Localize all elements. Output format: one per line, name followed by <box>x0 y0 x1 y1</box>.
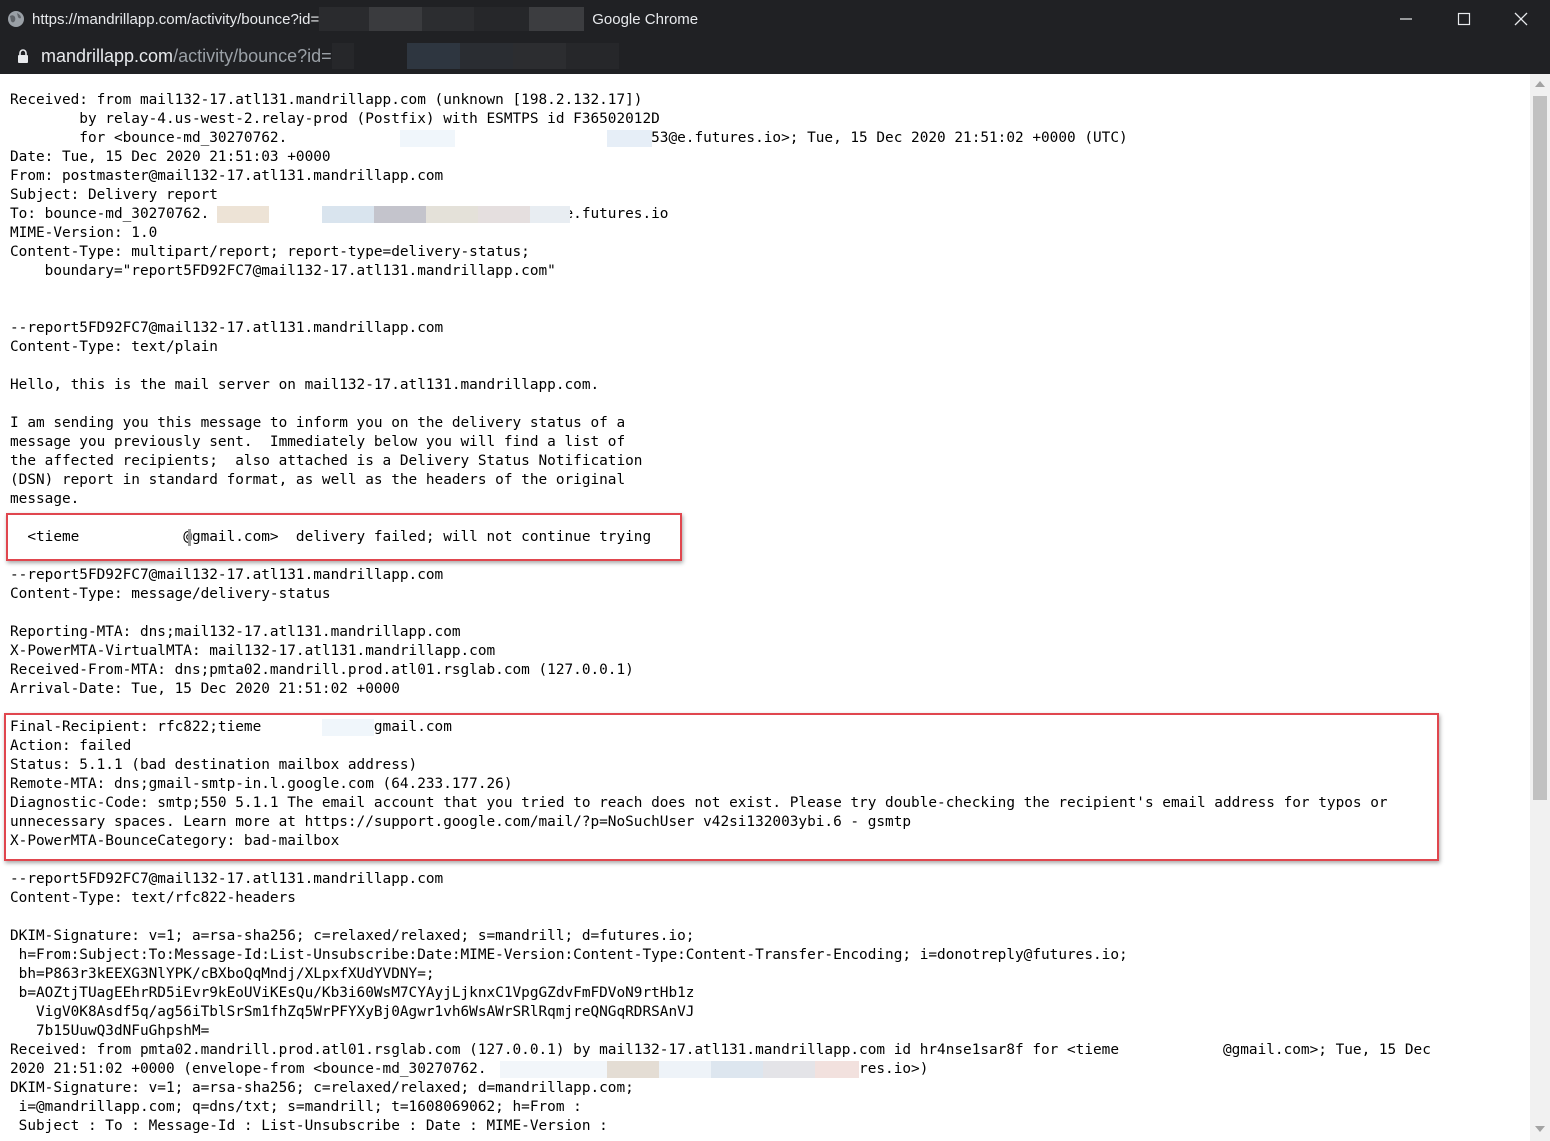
email-line: Arrival-Date: Tue, 15 Dec 2020 21:51:02 … <box>10 681 400 697</box>
window-app-name: Google Chrome <box>592 10 699 28</box>
highlight-box-delivery-failed <box>6 513 682 561</box>
redaction-block <box>512 43 566 69</box>
email-raw-source: Received: from mail132-17.atl131.mandril… <box>0 74 1530 1141</box>
email-line: Received: from pmta02.mandrill.prod.atl0… <box>10 1042 1431 1058</box>
redaction-block <box>529 7 585 31</box>
email-line: Content-Type: text/plain <box>10 339 218 355</box>
redaction-block <box>530 206 570 223</box>
scrollbar-thumb[interactable] <box>1533 96 1547 800</box>
scroll-down-arrow-icon[interactable] <box>1535 1126 1545 1132</box>
email-line: DKIM-Signature: v=1; a=rsa-sha256; c=rel… <box>10 928 695 944</box>
redaction-block <box>369 7 423 31</box>
email-line: Received: from mail132-17.atl131.mandril… <box>10 92 643 108</box>
redaction-block <box>322 206 374 223</box>
redaction-block <box>406 43 460 69</box>
email-line: message. <box>10 491 80 507</box>
email-line: Content-Type: message/delivery-status <box>10 586 331 602</box>
redaction-block <box>711 1061 763 1078</box>
email-line: bh=P863r3kEEXG3NlYPK/cBXboQqMndj/XLpxfXU… <box>10 966 435 982</box>
email-line: the affected recipients; also attached i… <box>10 453 643 469</box>
email-line: I am sending you this message to inform … <box>10 415 626 431</box>
close-icon <box>1514 12 1528 26</box>
email-line: Subject : To : Message-Id : List-Unsubsc… <box>10 1118 608 1134</box>
email-line: 7b15UuwQ3dNFuGhpshM= <box>10 1023 210 1039</box>
email-line: VigV0K8Asdf5q/ag56iTblSrSm1fhZq5WrPFYXyB… <box>10 1004 695 1020</box>
address-bar[interactable]: mandrillapp.com/activity/bounce?id= <box>0 38 1550 74</box>
scroll-up-arrow-icon[interactable] <box>1535 81 1545 87</box>
redaction-block <box>478 206 530 223</box>
address-path[interactable]: /activity/bounce?id= <box>173 46 332 67</box>
minimize-button[interactable] <box>1377 0 1435 38</box>
redaction-block <box>217 206 269 223</box>
email-line: by relay-4.us-west-2.relay-prod (Postfix… <box>10 111 660 127</box>
email-line: h=From:Subject:To:Message-Id:List-Unsubs… <box>10 947 1128 963</box>
email-line: i=@mandrillapp.com; q=dns/txt; s=mandril… <box>10 1099 582 1115</box>
email-line: X-PowerMTA-VirtualMTA: mail132-17.atl131… <box>10 643 496 659</box>
email-line: --report5FD92FC7@mail132-17.atl131.mandr… <box>10 567 444 583</box>
email-line: Hello, this is the mail server on mail13… <box>10 377 600 393</box>
email-line: --report5FD92FC7@mail132-17.atl131.mandr… <box>10 320 444 336</box>
highlight-box-final-recipient <box>4 713 1439 861</box>
redaction-block <box>353 43 407 69</box>
redaction-block <box>319 7 370 31</box>
lock-icon <box>18 49 28 63</box>
redaction-block <box>500 1061 607 1078</box>
maximize-button[interactable] <box>1435 0 1493 38</box>
email-line: DKIM-Signature: v=1; a=rsa-sha256; c=rel… <box>10 1080 634 1096</box>
email-line: Date: Tue, 15 Dec 2020 21:51:03 +0000 <box>10 149 331 165</box>
address-host[interactable]: mandrillapp.com <box>41 46 173 67</box>
redaction-block <box>474 7 530 31</box>
redaction-block <box>607 1061 659 1078</box>
email-line: Subject: Delivery report <box>10 187 218 203</box>
email-line: MIME-Version: 1.0 <box>10 225 158 241</box>
email-line: boundary="report5FD92FC7@mail132-17.atl1… <box>10 263 556 279</box>
email-line: b=AOZtjTUagEEhrRD5iEvr9kEoUViKEsQu/Kb3i6… <box>10 985 695 1001</box>
minimize-icon <box>1400 18 1412 20</box>
redaction-block <box>763 1061 815 1078</box>
email-line: (DSN) report in standard format, as well… <box>10 472 626 488</box>
redaction-block <box>422 7 475 31</box>
vertical-scrollbar[interactable] <box>1530 74 1550 1141</box>
redaction-block <box>565 43 619 69</box>
close-button[interactable] <box>1492 0 1550 38</box>
redaction-block <box>459 43 513 69</box>
redaction-block <box>374 206 426 223</box>
email-line: From: postmaster@mail132-17.atl131.mandr… <box>10 168 444 184</box>
window-title-url: https://mandrillapp.com/activity/bounce?… <box>32 10 320 28</box>
email-line: message you previously sent. Immediately… <box>10 434 626 450</box>
email-line: Received-From-MTA: dns;pmta02.mandrill.p… <box>10 662 634 678</box>
email-line: Content-Type: text/rfc822-headers <box>10 890 296 906</box>
email-line: Reporting-MTA: dns;mail132-17.atl131.man… <box>10 624 461 640</box>
redaction-block <box>815 1061 859 1078</box>
email-line: for <bounce-md_30270762. 9e53@e.futures.… <box>10 130 1128 146</box>
redaction-block <box>659 1061 711 1078</box>
email-line: --report5FD92FC7@mail132-17.atl131.mandr… <box>10 871 444 887</box>
redaction-block <box>607 130 652 147</box>
redaction-block <box>331 43 354 69</box>
window-title-bar: https://mandrillapp.com/activity/bounce?… <box>0 0 1550 38</box>
email-line: Content-Type: multipart/report; report-t… <box>10 244 530 260</box>
maximize-icon <box>1457 12 1471 26</box>
globe-icon <box>8 11 24 27</box>
redaction-block <box>426 206 478 223</box>
redaction-block <box>400 130 455 147</box>
